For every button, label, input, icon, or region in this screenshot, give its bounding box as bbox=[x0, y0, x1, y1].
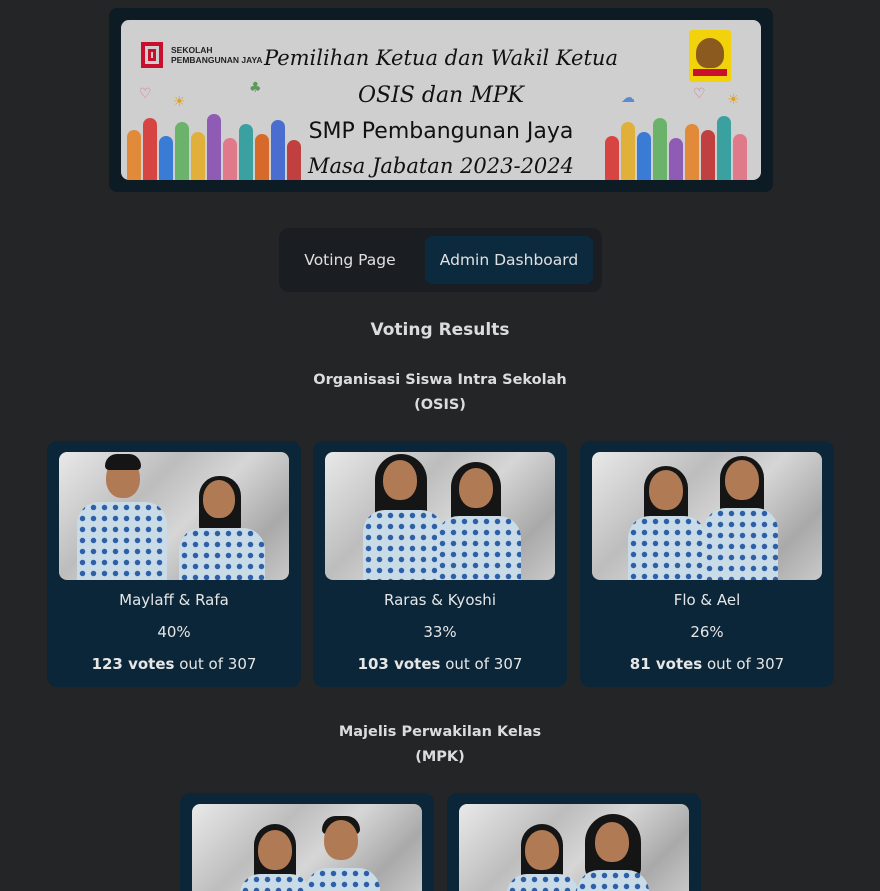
vote-count: 103 votes bbox=[357, 655, 441, 673]
candidate-votes: 123 votes out of 307 bbox=[47, 655, 301, 673]
osis-group-title: Organisasi Siswa Intra Sekolah (OSIS) bbox=[0, 368, 880, 418]
mpk-group-title: Majelis Perwakilan Kelas (MPK) bbox=[0, 720, 880, 770]
vote-count: 81 votes bbox=[629, 655, 703, 673]
candidate-name: Maylaff & Rafa bbox=[119, 591, 229, 609]
osis-title-line2: (OSIS) bbox=[414, 397, 466, 413]
osis-title-line1: Organisasi Siswa Intra Sekolah bbox=[313, 372, 567, 388]
candidate-percent: 33% bbox=[423, 623, 457, 641]
candidate-card[interactable]: Maylaff & Rafa 40% 123 votes out of 307 bbox=[47, 441, 301, 687]
candidate-card[interactable]: Raras & Kyoshi 33% 103 votes out of 307 bbox=[313, 441, 567, 687]
tab-admin-dashboard[interactable]: Admin Dashboard bbox=[425, 236, 593, 284]
candidate-percent: 40% bbox=[157, 623, 191, 641]
voting-results-title: Voting Results bbox=[370, 320, 510, 340]
candidate-name: Raras & Kyoshi bbox=[384, 591, 496, 609]
tab-voting-page[interactable]: Voting Page bbox=[287, 236, 413, 284]
banner-frame: SEKOLAH PEMBANGUNAN JAYA ♡ ☀ ♣ ☁ ☀ ♡ Pem… bbox=[109, 8, 773, 192]
candidate-votes: 81 votes out of 307 bbox=[580, 655, 834, 673]
mpk-title-line1: Majelis Perwakilan Kelas bbox=[338, 724, 542, 740]
banner-line-3: SMP Pembangunan Jaya bbox=[308, 119, 574, 144]
banner-line-1: Pemilihan Ketua dan Wakil Ketua bbox=[264, 46, 618, 70]
banner-line-2: OSIS dan MPK bbox=[358, 83, 524, 108]
vote-total: out of 307 bbox=[702, 655, 785, 673]
candidate-photo bbox=[192, 804, 422, 891]
candidate-percent: 26% bbox=[690, 623, 724, 641]
candidate-card[interactable]: Flo & Ael 26% 81 votes out of 307 bbox=[580, 441, 834, 687]
candidate-card[interactable] bbox=[180, 793, 434, 891]
banner-line-4: Masa Jabatan 2023-2024 bbox=[307, 154, 575, 178]
election-banner: SEKOLAH PEMBANGUNAN JAYA ♡ ☀ ♣ ☁ ☀ ♡ Pem… bbox=[121, 20, 761, 180]
page-tabs: Voting Page Admin Dashboard bbox=[279, 228, 602, 292]
vote-count: 123 votes bbox=[91, 655, 175, 673]
candidate-photo bbox=[459, 804, 689, 891]
candidate-photo bbox=[592, 452, 822, 580]
vote-total: out of 307 bbox=[174, 655, 257, 673]
candidate-name: Flo & Ael bbox=[673, 591, 741, 609]
candidate-photo bbox=[325, 452, 555, 580]
candidate-photo bbox=[59, 452, 289, 580]
mpk-title-line2: (MPK) bbox=[415, 749, 465, 765]
candidate-card[interactable] bbox=[447, 793, 701, 891]
candidate-votes: 103 votes out of 307 bbox=[313, 655, 567, 673]
vote-total: out of 307 bbox=[440, 655, 523, 673]
